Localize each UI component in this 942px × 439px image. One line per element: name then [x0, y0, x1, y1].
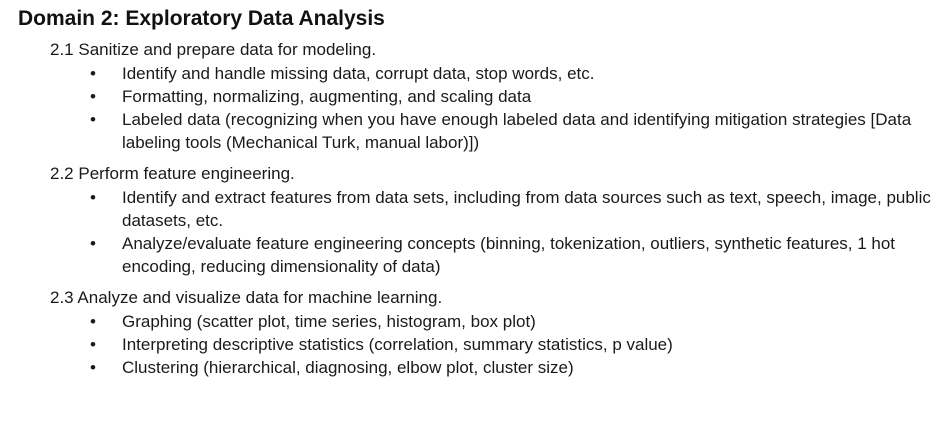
bullet-list: • Identify and handle missing data, corr…	[18, 62, 942, 154]
bullet-dot-icon: •	[90, 312, 96, 331]
bullet-list: • Identify and extract features from dat…	[18, 186, 942, 278]
bullet-item: • Formatting, normalizing, augmenting, a…	[18, 85, 942, 108]
bullet-dot-icon: •	[90, 110, 96, 129]
bullet-text: Formatting, normalizing, augmenting, and…	[122, 87, 532, 106]
bullet-text: Clustering (hierarchical, diagnosing, el…	[122, 358, 574, 377]
bullet-text: Identify and handle missing data, corrup…	[122, 64, 595, 83]
bullet-dot-icon: •	[90, 188, 96, 207]
section-heading: 2.3 Analyze and visualize data for machi…	[50, 288, 443, 307]
bullet-item: • Identify and handle missing data, corr…	[18, 62, 942, 85]
bullet-text: Analyze/evaluate feature engineering con…	[122, 234, 896, 276]
document-page: Domain 2: Exploratory Data Analysis 2.1 …	[0, 0, 942, 439]
bullet-item: • Graphing (scatter plot, time series, h…	[18, 310, 942, 333]
section-heading: 2.2 Perform feature engineering.	[50, 164, 295, 183]
bullet-item: • Clustering (hierarchical, diagnosing, …	[18, 356, 942, 379]
bullet-dot-icon: •	[90, 358, 96, 377]
bullet-text: Labeled data (recognizing when you have …	[122, 110, 912, 152]
bullet-dot-icon: •	[90, 335, 96, 354]
bullet-dot-icon: •	[90, 234, 96, 253]
bullet-text: Graphing (scatter plot, time series, his…	[122, 312, 536, 331]
bullet-dot-icon: •	[90, 87, 96, 106]
bullet-item: • Analyze/evaluate feature engineering c…	[18, 232, 942, 278]
bullet-item: • Identify and extract features from dat…	[18, 186, 942, 232]
bullet-dot-icon: •	[90, 64, 96, 83]
bullet-item: • Labeled data (recognizing when you hav…	[18, 108, 942, 154]
section-2-1: 2.1 Sanitize and prepare data for modeli…	[18, 38, 942, 154]
section-heading: 2.1 Sanitize and prepare data for modeli…	[50, 40, 377, 59]
section-2-2: 2.2 Perform feature engineering. • Ident…	[18, 162, 942, 278]
bullet-text: Interpreting descriptive statistics (cor…	[122, 335, 673, 354]
section-2-3: 2.3 Analyze and visualize data for machi…	[18, 286, 942, 379]
bullet-text: Identify and extract features from data …	[122, 188, 931, 230]
bullet-item: • Interpreting descriptive statistics (c…	[18, 333, 942, 356]
bullet-list: • Graphing (scatter plot, time series, h…	[18, 310, 942, 379]
domain-title: Domain 2: Exploratory Data Analysis	[18, 7, 385, 30]
